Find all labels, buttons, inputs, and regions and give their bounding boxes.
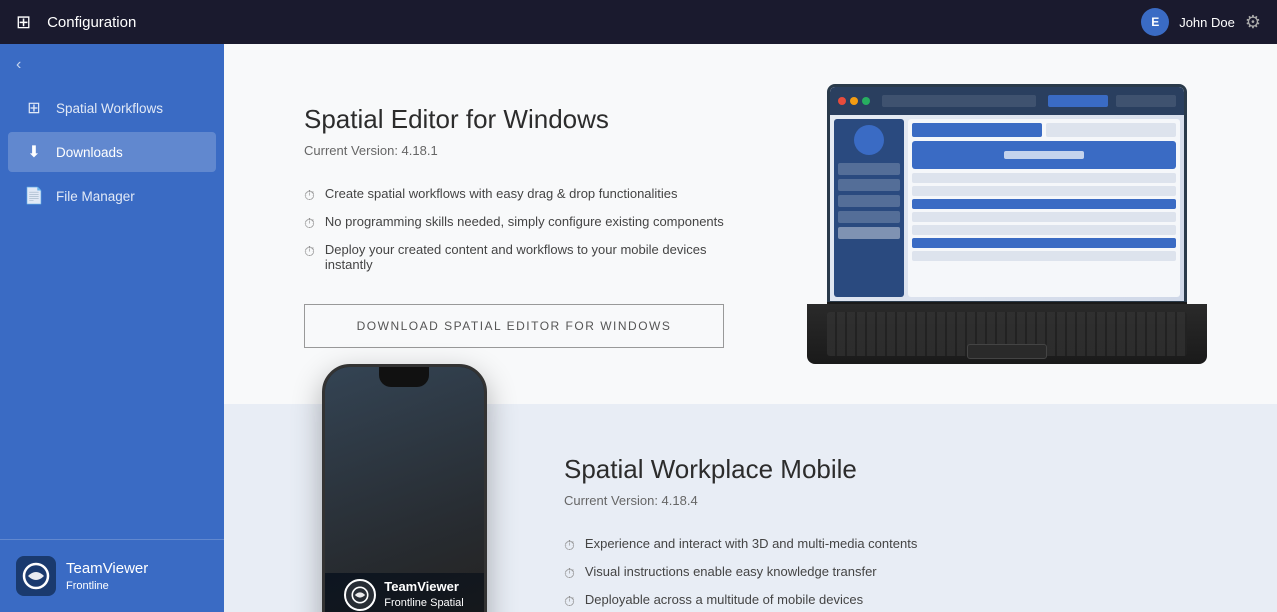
main-layout: ‹ ⊞ Spatial Workflows ⬇ Downloads 📄 File…	[0, 44, 1277, 612]
mobile-feature-text-1: Experience and interact with 3D and mult…	[585, 536, 917, 551]
content-area: Spatial Editor for Windows Current Versi…	[224, 44, 1277, 612]
workflows-icon: ⊞	[24, 98, 44, 118]
laptop-image	[797, 84, 1217, 364]
windows-feature-1: ⏱ Create spatial workflows with easy dra…	[304, 186, 757, 204]
sidebar-item-spatial-workflows[interactable]: ⊞ Spatial Workflows	[8, 88, 216, 128]
laptop-screen	[827, 84, 1187, 304]
feature-text-1: Create spatial workflows with easy drag …	[325, 186, 678, 201]
phone-notch	[379, 367, 429, 387]
avatar: E	[1141, 8, 1169, 36]
laptop-base	[807, 304, 1207, 364]
phone-logo: TeamViewer Frontline Spatial	[344, 579, 464, 611]
feature-text-2: No programming skills needed, simply con…	[325, 214, 724, 229]
sidebar-item-label: Downloads	[56, 145, 123, 160]
windows-version: Current Version: 4.18.1	[304, 143, 757, 158]
screen-dot-red	[838, 97, 846, 105]
downloads-icon: ⬇	[24, 142, 44, 162]
sidebar-item-downloads[interactable]: ⬇ Downloads	[8, 132, 216, 172]
phone-logo-circle	[344, 579, 376, 611]
sidebar-item-label: Spatial Workflows	[56, 101, 163, 116]
navbar-title: Configuration	[47, 14, 1141, 31]
brand-name: TeamViewer	[66, 559, 148, 579]
teamviewer-logo-text: TeamViewer Frontline	[66, 559, 148, 593]
feature-text-3: Deploy your created content and workflow…	[325, 242, 757, 272]
teamviewer-logo-icon	[16, 556, 56, 596]
mobile-feature-text-3: Deployable across a multitude of mobile …	[585, 592, 863, 607]
sidebar-collapse-button[interactable]: ‹	[0, 44, 224, 86]
phone-brand: TeamViewer	[384, 579, 459, 594]
mobile-feature-1: ⏱ Experience and interact with 3D and mu…	[564, 536, 1217, 554]
laptop-trackpad	[967, 344, 1047, 359]
windows-section: Spatial Editor for Windows Current Versi…	[224, 44, 1277, 404]
screen-dot-yellow	[850, 97, 858, 105]
windows-title: Spatial Editor for Windows	[304, 104, 757, 135]
phone-sub: Frontline Spatial	[384, 597, 464, 609]
navbar: ⊞ Configuration E John Doe ⚙	[0, 0, 1277, 44]
mobile-feature-text-2: Visual instructions enable easy knowledg…	[585, 564, 877, 579]
sidebar-bottom: TeamViewer Frontline	[0, 539, 224, 612]
screen-content	[830, 115, 1184, 301]
sidebar: ‹ ⊞ Spatial Workflows ⬇ Downloads 📄 File…	[0, 44, 224, 612]
mobile-feature-icon-3: ⏱	[564, 593, 575, 610]
mobile-info: Spatial Workplace Mobile Current Version…	[564, 444, 1217, 612]
windows-feature-3: ⏱ Deploy your created content and workfl…	[304, 242, 757, 272]
feature-icon-2: ⏱	[304, 215, 315, 232]
mobile-version: Current Version: 4.18.4	[564, 493, 1217, 508]
mobile-features: ⏱ Experience and interact with 3D and mu…	[564, 536, 1217, 610]
feature-icon-3: ⏱	[304, 243, 315, 260]
phone-background-person	[325, 367, 484, 573]
phone-screen: TeamViewer Frontline Spatial	[325, 367, 484, 612]
windows-feature-2: ⏱ No programming skills needed, simply c…	[304, 214, 757, 232]
feature-icon-1: ⏱	[304, 187, 315, 204]
brand-viewer: Viewer	[103, 560, 149, 577]
screen-main-content	[908, 119, 1180, 297]
mobile-title: Spatial Workplace Mobile	[564, 454, 1217, 485]
user-name: John Doe	[1179, 15, 1235, 30]
sidebar-item-file-manager[interactable]: 📄 File Manager	[8, 176, 216, 216]
screen-sidebar-nav	[834, 119, 904, 297]
navbar-right: E John Doe ⚙	[1141, 8, 1261, 36]
windows-features: ⏱ Create spatial workflows with easy dra…	[304, 186, 757, 272]
brand-sub: Frontline	[66, 579, 148, 593]
mobile-feature-2: ⏱ Visual instructions enable easy knowle…	[564, 564, 1217, 582]
settings-icon[interactable]: ⚙	[1245, 12, 1261, 33]
mobile-feature-icon-1: ⏱	[564, 537, 575, 554]
phone-mockup: TeamViewer Frontline Spatial	[322, 364, 487, 612]
mobile-section: TeamViewer Frontline Spatial Spatial Wor…	[224, 404, 1277, 612]
file-manager-icon: 📄	[24, 186, 44, 206]
phone-container: TeamViewer Frontline Spatial	[304, 364, 504, 612]
screen-dot-green	[862, 97, 870, 105]
mobile-feature-icon-2: ⏱	[564, 565, 575, 582]
sidebar-item-label: File Manager	[56, 189, 135, 204]
windows-info: Spatial Editor for Windows Current Versi…	[304, 84, 757, 348]
grid-icon[interactable]: ⊞	[16, 12, 31, 33]
download-windows-button[interactable]: DOWNLOAD SPATIAL EDITOR FOR WINDOWS	[304, 304, 724, 348]
phone-logo-text: TeamViewer Frontline Spatial	[384, 579, 464, 610]
mobile-feature-3: ⏱ Deployable across a multitude of mobil…	[564, 592, 1217, 610]
brand-team: Team	[66, 560, 103, 577]
laptop-mockup	[807, 84, 1207, 364]
screen-header	[830, 87, 1184, 115]
